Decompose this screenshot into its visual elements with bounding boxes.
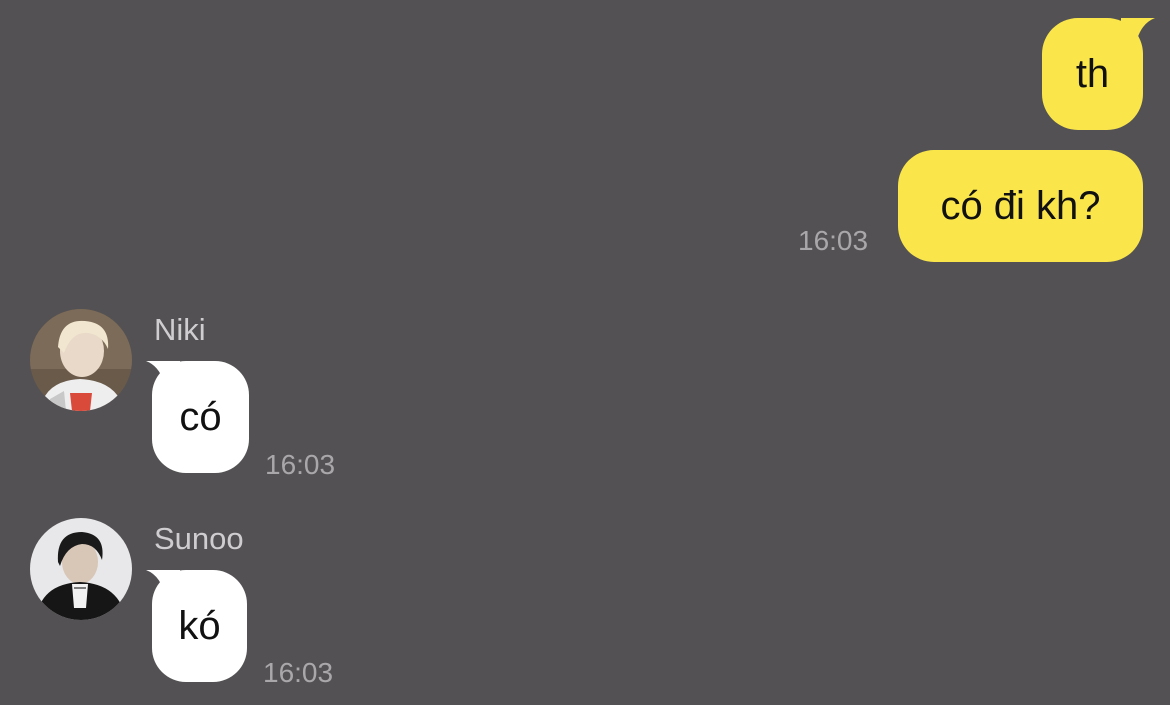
bubble-tail-icon [146, 570, 180, 600]
profile-photo-niki-icon [30, 309, 132, 411]
incoming-message-bubble[interactable]: kó [146, 570, 247, 682]
message-text: kó [178, 604, 221, 648]
message-text: có [179, 395, 222, 439]
avatar[interactable] [30, 518, 132, 620]
sender-name: Sunoo [154, 521, 244, 556]
message-timestamp: 16:03 [263, 657, 334, 688]
outgoing-message-bubble[interactable]: có đi kh? [898, 150, 1143, 262]
avatar[interactable] [30, 309, 132, 411]
message-text: có đi kh? [940, 184, 1101, 228]
sender-name: Niki [154, 312, 206, 347]
incoming-message-bubble[interactable]: có [146, 361, 249, 473]
message-text: th [1075, 52, 1110, 96]
message-timestamp: 16:03 [798, 225, 869, 256]
bubble-tail-icon [1121, 18, 1155, 48]
profile-photo-sunoo-icon [30, 518, 132, 620]
outgoing-message-bubble[interactable]: th [1042, 18, 1155, 130]
bubble-tail-icon [146, 361, 180, 391]
message-timestamp: 16:03 [265, 449, 336, 480]
